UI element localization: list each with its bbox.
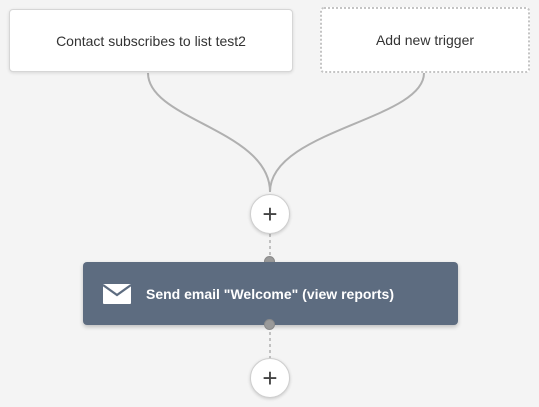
send-email-action[interactable]: Send email "Welcome" (view reports) xyxy=(83,262,458,325)
add-new-trigger-button[interactable]: Add new trigger xyxy=(320,7,530,73)
automation-canvas: Contact subscribes to list test2 Add new… xyxy=(0,0,539,407)
trigger-contact-subscribes[interactable]: Contact subscribes to list test2 xyxy=(9,9,293,72)
add-step-button-bottom[interactable]: + xyxy=(250,358,290,398)
trigger-connector-right xyxy=(269,72,425,193)
action-output-port xyxy=(264,319,275,330)
plus-icon: + xyxy=(262,363,278,393)
add-step-button[interactable]: + xyxy=(250,194,290,234)
trigger-label: Contact subscribes to list test2 xyxy=(56,32,246,49)
action-label: Send email "Welcome" (view reports) xyxy=(146,285,394,302)
envelope-icon xyxy=(103,283,131,304)
add-trigger-label: Add new trigger xyxy=(375,32,475,48)
plus-icon: + xyxy=(262,199,278,229)
trigger-connector-left xyxy=(147,72,271,193)
